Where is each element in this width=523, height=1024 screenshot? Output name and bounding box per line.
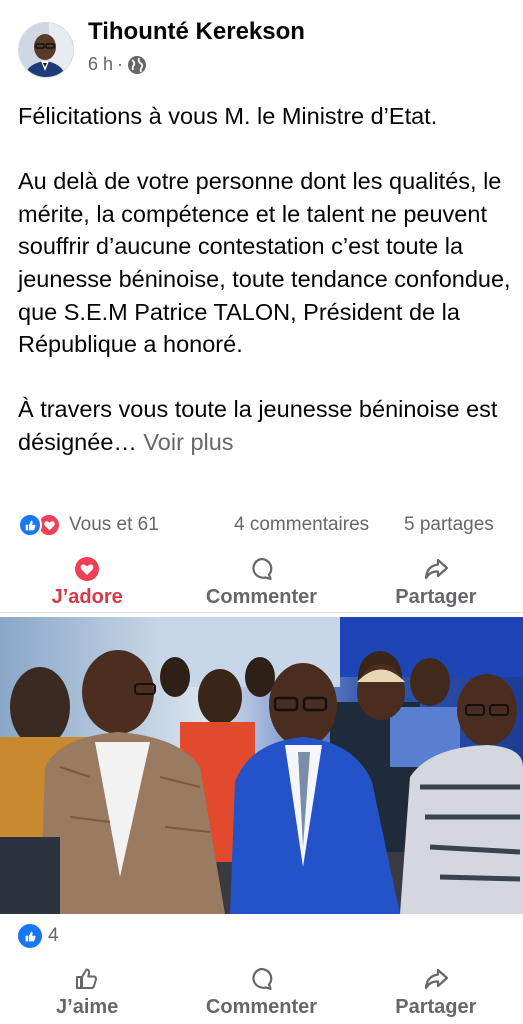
share-button-label: Partager [395, 585, 477, 608]
like-button[interactable]: J’aime [0, 962, 174, 1022]
post-stats: Vous et 61 4 commentaires 5 partages [0, 508, 523, 544]
author-name[interactable]: Tihounté Kerekson [88, 18, 305, 46]
comment-button[interactable]: Commenter [174, 552, 348, 612]
post-paragraph-text: À travers vous toute la jeunesse béninoi… [18, 396, 498, 455]
share-icon [424, 968, 448, 989]
see-more-link[interactable]: Voir plus [143, 429, 233, 455]
post-photo[interactable] [0, 617, 523, 914]
post-action-bar: J’adore Commenter Partager [0, 552, 523, 612]
share-icon [424, 558, 448, 579]
photo-action-bar: J’aime Commenter Partager [0, 962, 523, 1022]
like-reaction-icon [18, 513, 42, 537]
post-paragraph: À travers vous toute la jeunesse béninoi… [18, 393, 513, 458]
comments-count[interactable]: 4 commentaires [234, 514, 369, 536]
post-text: Félicitations à vous M. le Ministre d’Et… [18, 100, 513, 459]
like-button-label: J’aime [56, 995, 119, 1018]
reactions-summary[interactable]: Vous et 61 [18, 513, 159, 537]
share-button[interactable]: Partager [349, 962, 523, 1022]
meta-separator: · [117, 54, 124, 74]
comment-button-label: Commenter [205, 995, 318, 1018]
share-button-label: Partager [395, 995, 477, 1018]
author-avatar[interactable] [18, 22, 74, 78]
photo-likes-count: 4 [48, 925, 59, 946]
share-button[interactable]: Partager [349, 552, 523, 612]
love-button[interactable]: J’adore [0, 552, 174, 612]
post-meta: 6 h · [88, 54, 147, 75]
photo-stats[interactable]: 4 [18, 924, 59, 948]
heart-icon [75, 556, 100, 581]
thumbs-up-icon [76, 968, 98, 989]
comment-button-label: Commenter [205, 585, 318, 608]
post-header: Tihounté Kerekson 6 h · [0, 0, 523, 92]
love-button-label: J’adore [51, 585, 123, 608]
comment-icon [252, 557, 273, 580]
post-paragraph: Félicitations à vous M. le Ministre d’Et… [18, 103, 438, 129]
comment-icon [252, 967, 273, 990]
like-reaction-icon [18, 924, 42, 948]
post-time[interactable]: 6 h [88, 54, 113, 75]
comment-button[interactable]: Commenter [174, 962, 348, 1022]
reactions-count: Vous et 61 [69, 514, 159, 535]
shares-count[interactable]: 5 partages [404, 514, 494, 536]
globe-icon [128, 55, 147, 74]
post-paragraph: Au delà de votre personne dont les quali… [18, 168, 511, 358]
